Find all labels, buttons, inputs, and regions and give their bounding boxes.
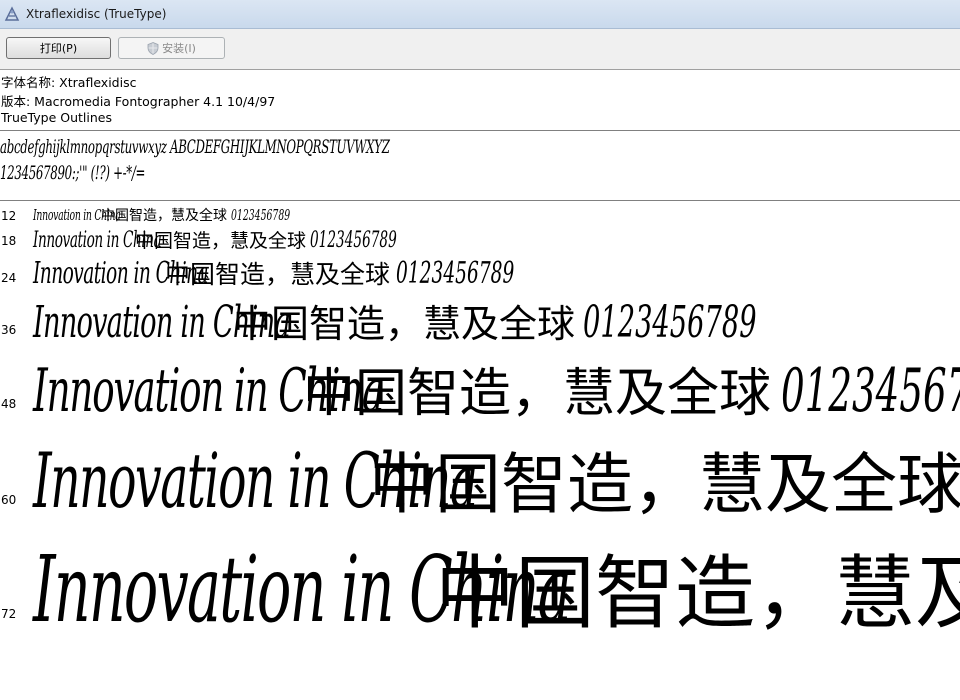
sample-digits: 0123456789 — [583, 297, 757, 348]
size-label: 72 — [1, 607, 17, 621]
size-samples: 12 Innovation in China中国智造，慧及全球 012345678… — [0, 201, 960, 700]
sample-row-60: 60 Innovation in China中国智造，慧及全球012345678… — [0, 431, 960, 526]
font-version-text: 版本: Macromedia Fontographer 4.1 10/4/97 — [1, 94, 276, 109]
charset-letters: abcdefghijklmnopqrstuvwxyz ABCDEFGHIJKLM… — [0, 136, 390, 158]
charset-digits-symbols: 1234567890:;'" (!?) +-*/= — [0, 162, 146, 184]
font-name-text: 字体名称: Xtraflexidisc — [1, 75, 137, 90]
sample-latin: Innovation in China — [33, 536, 572, 643]
install-button-label: 安装(I) — [162, 42, 196, 55]
title-bar[interactable]: Xtraflexidisc (TrueType) — [0, 0, 960, 29]
size-label: 24 — [1, 271, 17, 285]
sample-text: Innovation in China中国智造，慧及全球0123456789 — [33, 255, 587, 291]
window-title: Xtraflexidisc (TrueType) — [26, 7, 167, 21]
sample-row-18: 18 Innovation in China中国智造，慧及全球 012345678… — [0, 226, 960, 256]
sample-text: Innovation in China中国智造，慧及全球0123456789 — [33, 431, 960, 527]
sample-row-48: 48 Innovation in China中国智造，慧及全球012345678… — [0, 351, 960, 427]
sample-text: Innovation in China中国智造，慧及全球0123456789 — [33, 226, 450, 253]
sample-row-24: 24 Innovation in China中国智造，慧及全球 012345678… — [0, 255, 960, 293]
sample-digits: 0123456789 — [396, 256, 515, 291]
sample-row-36: 36 Innovation in China中国智造，慧及全球 012345678… — [0, 293, 960, 349]
sample-latin: Innovation in China — [33, 356, 384, 426]
sample-latin: Innovation in China — [33, 228, 162, 253]
sample-digits: 0123456789 — [231, 206, 291, 224]
size-label: 60 — [1, 493, 17, 507]
sample-text: Innovation in China中国智造，慧及全球0123456789 — [33, 529, 960, 645]
print-button[interactable]: 打印(P) — [6, 37, 111, 59]
sample-digits: 0123456789 — [781, 356, 960, 426]
sample-row-72: 72 Innovation in China中国智造，慧及全球012345678… — [0, 529, 960, 644]
font-info-section: 字体名称: Xtraflexidisc 版本: Macromedia Fonto… — [0, 70, 960, 131]
shield-icon — [147, 41, 159, 55]
sample-row-12: 12 Innovation in China中国智造，慧及全球 012345678… — [0, 205, 960, 227]
sample-latin: Innovation in China — [33, 256, 209, 291]
toolbar: 打印(P) 安装(I) — [0, 29, 960, 70]
print-button-label: 打印(P) — [39, 42, 78, 55]
font-viewer-window: Xtraflexidisc (TrueType) 打印(P) 安装(I) 字体名… — [0, 0, 960, 700]
size-label: 36 — [1, 323, 17, 337]
sample-latin: Innovation in China — [33, 436, 478, 525]
sample-text: Innovation in China中国智造，慧及全球0123456789 — [33, 351, 960, 426]
size-label: 18 — [1, 234, 17, 248]
sample-digits: 0123456789 — [310, 228, 397, 253]
sample-latin: Innovation in China — [33, 297, 291, 348]
outline-type-text: TrueType Outlines — [1, 110, 112, 125]
size-label: 12 — [1, 209, 17, 223]
install-button[interactable]: 安装(I) — [118, 37, 225, 59]
font-file-icon — [4, 6, 20, 22]
character-set-section: abcdefghijklmnopqrstuvwxyz ABCDEFGHIJKLM… — [0, 131, 960, 201]
sample-text: Innovation in China中国智造，慧及全球0123456789 — [33, 293, 863, 348]
size-label: 48 — [1, 397, 17, 411]
sample-latin: Innovation in China — [33, 206, 121, 224]
sample-text: Innovation in China中国智造，慧及全球0123456789 — [33, 205, 326, 225]
